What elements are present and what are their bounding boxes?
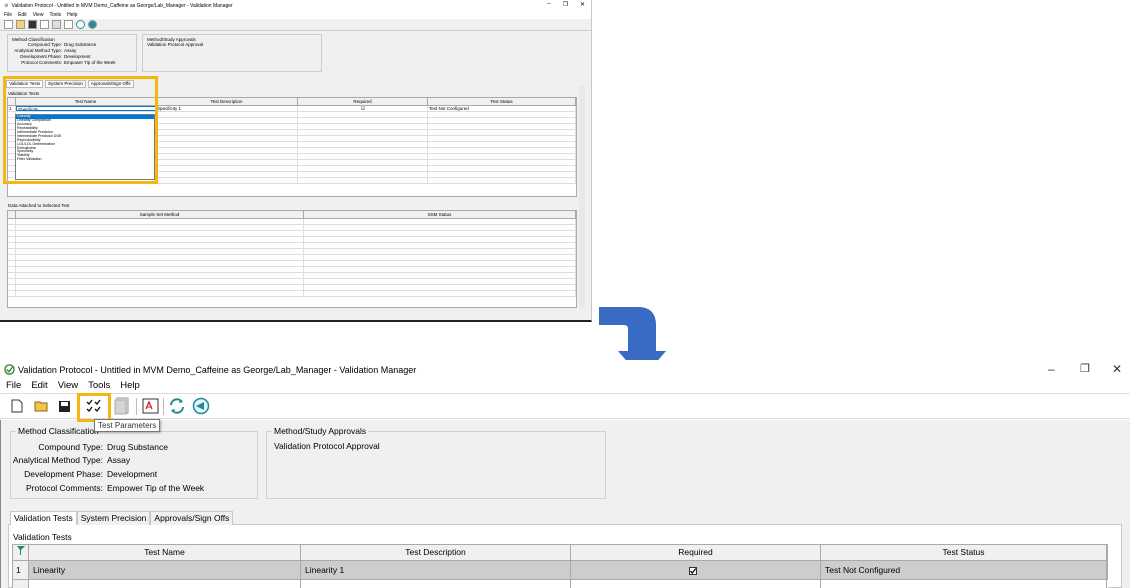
- new-icon[interactable]: [4, 20, 13, 29]
- exit-icon[interactable]: [88, 20, 97, 29]
- menu-view[interactable]: View: [33, 12, 44, 18]
- menu-help[interactable]: Help: [114, 379, 144, 392]
- header-required[interactable]: Required: [571, 545, 821, 560]
- approval-item[interactable]: Validation Protocol Approval: [274, 441, 380, 451]
- tab-validation-tests[interactable]: Validation Tests: [10, 511, 77, 525]
- method-classification-label: Method Classification: [16, 426, 101, 436]
- compound-type-value: Drug Substance: [107, 442, 168, 452]
- method-type-label: Analytical Method Type:: [12, 455, 103, 465]
- menu-file[interactable]: File: [4, 12, 12, 18]
- tab-system-precision[interactable]: System Precision: [76, 511, 151, 525]
- header-test-description[interactable]: Test Description: [156, 98, 298, 105]
- test-description-cell[interactable]: Linearity 1: [301, 561, 571, 579]
- refresh-icon[interactable]: [76, 20, 85, 29]
- minimize-icon[interactable]: –: [547, 1, 550, 8]
- document-icon[interactable]: [52, 20, 61, 29]
- menu-tools[interactable]: Tools: [49, 12, 61, 18]
- save-icon[interactable]: [55, 397, 73, 415]
- header-test-status[interactable]: Test Status: [428, 98, 576, 105]
- test-status-cell: Test Not Configured: [428, 106, 576, 111]
- test-parameters-icon[interactable]: [40, 20, 49, 29]
- toolbar-separator: [163, 398, 164, 415]
- document-icon[interactable]: [113, 397, 131, 415]
- toolbar-separator: [136, 398, 137, 415]
- app-icon: ⚙: [4, 2, 9, 9]
- protocol-comments-label: Protocol Comments:: [21, 60, 62, 65]
- approval-item[interactable]: Validation Protocol Approval: [147, 42, 317, 47]
- validation-tests-grid: Test Name Test Description Required Test…: [12, 544, 1108, 588]
- tab-bar: Validation Tests System Precision Approv…: [10, 511, 234, 525]
- method-study-approvals-group: Method/Study Approvals Validation Protoc…: [142, 34, 322, 72]
- menu-edit[interactable]: Edit: [25, 379, 51, 392]
- protocol-comments-label: Protocol Comments:: [26, 483, 103, 493]
- dropdown-highlight-box: [3, 76, 158, 184]
- data-attached-grid: Sample Set Method SSM Status: [7, 210, 577, 308]
- method-classification-group: Method Classification Compound Type: Drug…: [7, 34, 137, 72]
- vertical-scrollbar[interactable]: [579, 86, 585, 308]
- close-icon[interactable]: ✕: [1112, 362, 1122, 376]
- top-toolbar: [0, 19, 591, 31]
- approvals-label: Method/Study Approvals: [272, 426, 369, 436]
- minimize-icon[interactable]: –: [1048, 362, 1055, 376]
- grid-corner-icon[interactable]: [13, 545, 29, 560]
- test-name-cell[interactable]: Linearity: [29, 561, 301, 579]
- refresh-icon[interactable]: [168, 397, 186, 415]
- save-icon[interactable]: [28, 20, 37, 29]
- required-checkbox[interactable]: ☑: [298, 106, 428, 111]
- required-cell: [571, 561, 821, 579]
- exit-icon[interactable]: [192, 397, 210, 415]
- top-window-title: Validation Protocol - Untitled in MVM De…: [11, 2, 233, 9]
- header-test-name[interactable]: Test Name: [29, 545, 301, 560]
- menu-tools[interactable]: Tools: [82, 379, 114, 392]
- test-status-cell: Test Not Configured: [821, 561, 1107, 579]
- top-window-screenshot: ⚙ Validation Protocol - Untitled in MVM …: [0, 0, 592, 322]
- bottom-window-screenshot: Validation Protocol - Untitled in MVM De…: [0, 360, 1130, 588]
- restore-icon[interactable]: ❐: [563, 1, 568, 8]
- compound-type-label: Compound Type:: [38, 442, 103, 452]
- menu-edit[interactable]: Edit: [18, 12, 27, 18]
- menu-view[interactable]: View: [52, 379, 82, 392]
- top-title-bar: ⚙ Validation Protocol - Untitled in MVM …: [0, 0, 591, 11]
- header-sample-set-method[interactable]: Sample Set Method: [16, 211, 304, 218]
- test-parameters-highlight-box: [77, 393, 111, 422]
- menu-file[interactable]: File: [0, 379, 25, 392]
- test-description-cell[interactable]: Specificity 1: [156, 106, 298, 111]
- close-icon[interactable]: ✕: [580, 1, 585, 8]
- menu-bar: File Edit View Tools Help: [0, 379, 1130, 392]
- top-menu-bar: File Edit View Tools Help: [0, 11, 591, 19]
- grid-corner-icon[interactable]: [8, 211, 16, 218]
- method-type-value: Assay: [107, 455, 131, 465]
- new-document-icon[interactable]: [8, 397, 26, 415]
- validation-tests-label: Validation Tests: [13, 532, 72, 542]
- restore-icon[interactable]: ❐: [1080, 362, 1090, 375]
- protocol-comments-value: Empower Tip of the Week: [64, 60, 116, 65]
- row-number: 1: [13, 561, 29, 579]
- table-row[interactable]: 1 Linearity Linearity 1 Test Not Configu…: [12, 561, 1108, 580]
- protocol-comments-value: Empower Tip of the Week: [107, 483, 205, 493]
- table-row-empty[interactable]: [12, 580, 1108, 588]
- header-required[interactable]: Required: [298, 98, 428, 105]
- report-icon[interactable]: [64, 20, 73, 29]
- header-test-status[interactable]: Test Status: [821, 545, 1107, 560]
- open-icon[interactable]: [16, 20, 25, 29]
- tab-approvals[interactable]: Approvals/Sign Offs: [150, 511, 234, 525]
- window-title: Validation Protocol - Untitled in MVM De…: [18, 365, 417, 375]
- menu-help[interactable]: Help: [67, 12, 77, 18]
- dev-phase-value: Development: [107, 469, 158, 479]
- required-checkbox[interactable]: [689, 566, 697, 575]
- method-study-approvals-group: Method/Study Approvals Validation Protoc…: [266, 426, 606, 499]
- open-folder-icon[interactable]: [32, 397, 50, 415]
- dev-phase-label: Development Phase:: [24, 469, 103, 479]
- app-icon: [4, 364, 15, 375]
- report-icon[interactable]: [141, 397, 159, 415]
- toolbar: [0, 393, 1130, 419]
- test-parameters-tooltip: Test Parameters: [94, 419, 161, 432]
- header-ssm-status[interactable]: SSM Status: [304, 211, 576, 218]
- data-attached-label: Data Attached to Selected Test: [8, 203, 70, 208]
- header-test-description[interactable]: Test Description: [301, 545, 571, 560]
- method-classification-group: Method Classification Compound Type: Drug…: [10, 426, 258, 499]
